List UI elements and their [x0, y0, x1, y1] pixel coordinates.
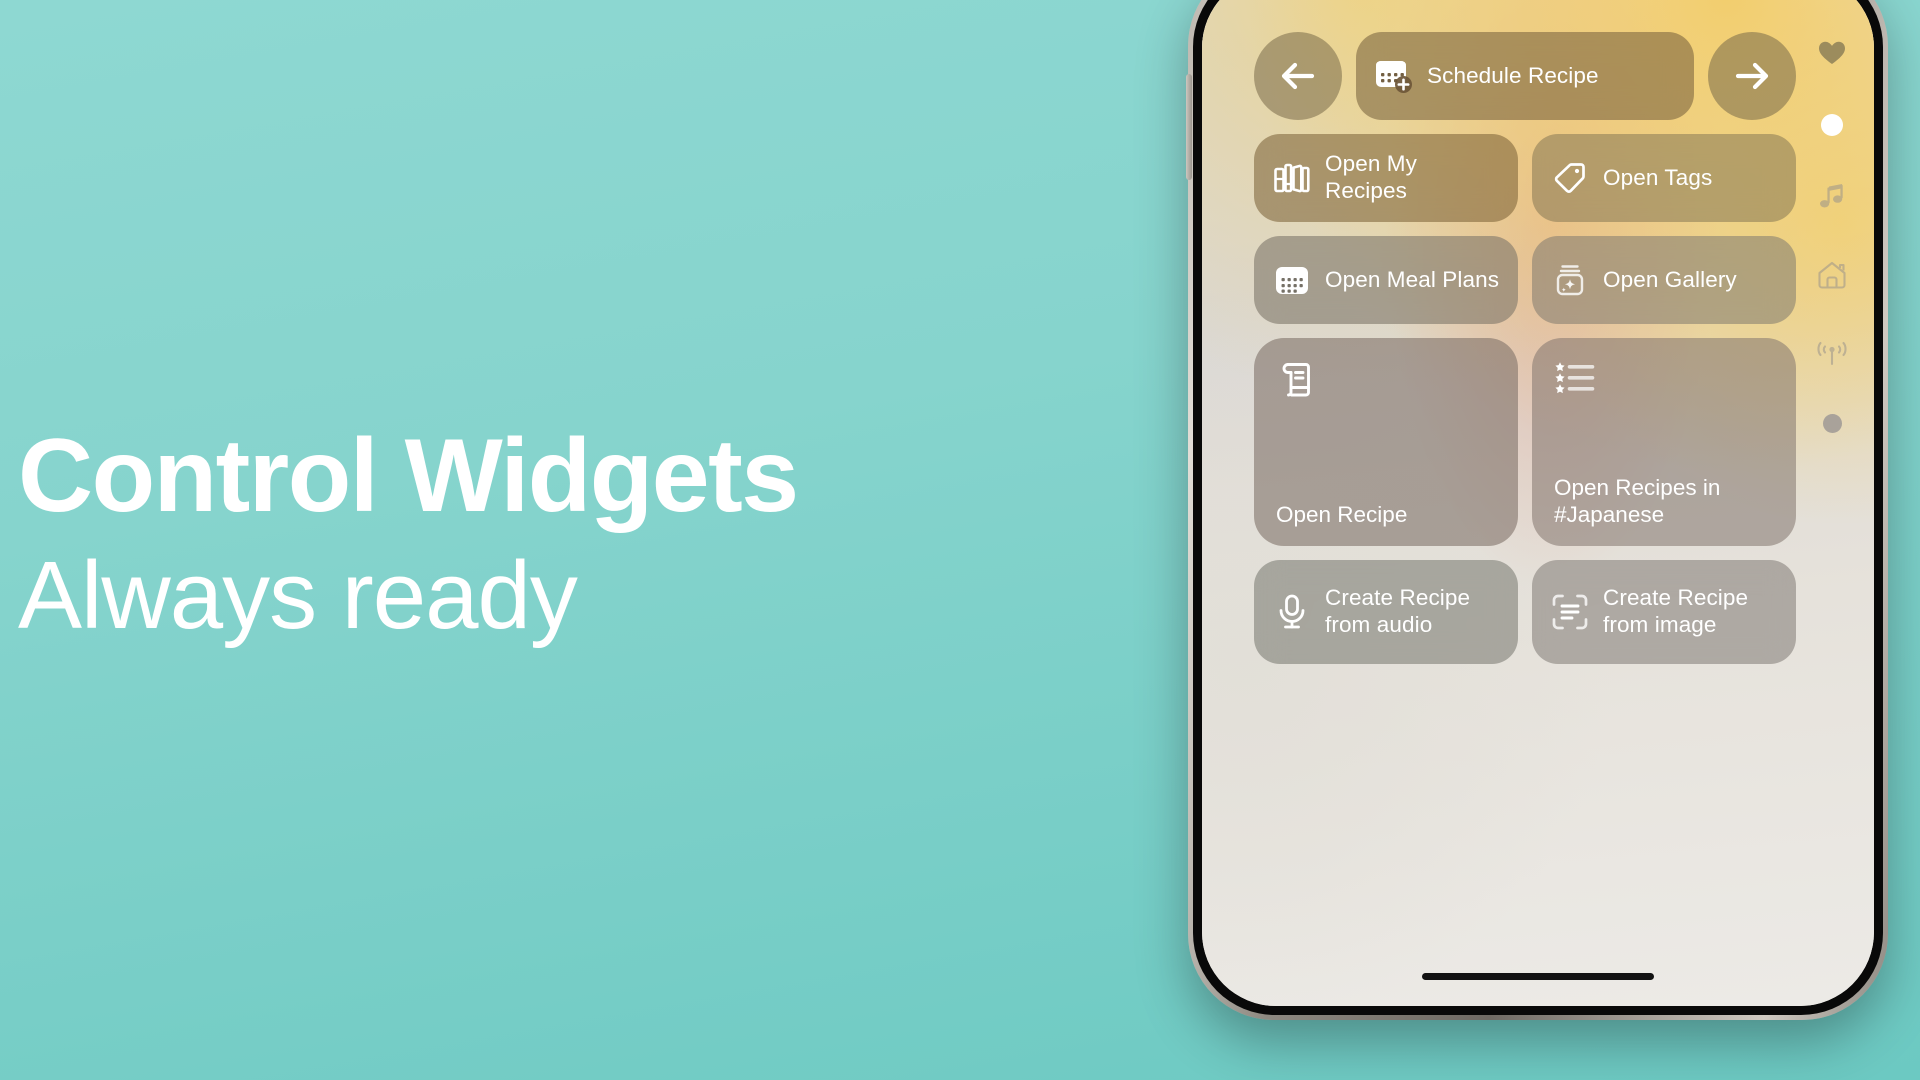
- control-center-grid: Schedule Recipe Open My Recipes Open Tag…: [1254, 32, 1796, 678]
- tag-icon: [1550, 158, 1590, 198]
- page-title: Control Widgets: [18, 418, 799, 534]
- phone-device: Schedule Recipe Open My Recipes Open Tag…: [1186, 0, 1888, 1020]
- open-my-recipes-button[interactable]: Open My Recipes: [1254, 134, 1518, 222]
- text-scan-icon: [1550, 592, 1590, 632]
- home-button[interactable]: [1815, 258, 1849, 292]
- create-recipe-from-audio-button[interactable]: Create Recipe from audio: [1254, 560, 1518, 664]
- open-gallery-button[interactable]: Open Gallery: [1532, 236, 1796, 324]
- control-row-planning: Open Meal Plans Open Gallery: [1254, 236, 1796, 324]
- favorites-button[interactable]: [1815, 36, 1849, 70]
- marketing-copy: Control Widgets Always ready: [18, 424, 978, 650]
- scroll-icon: [1276, 358, 1320, 402]
- calendar-badge-plus-icon: [1374, 56, 1414, 96]
- arrow-right-icon: [1728, 52, 1776, 100]
- page-indicator[interactable]: [1822, 414, 1842, 433]
- now-playing-button[interactable]: [1815, 180, 1849, 214]
- home-icon: [1816, 259, 1848, 291]
- schedule-recipe-label: Schedule Recipe: [1427, 62, 1599, 88]
- calendar-icon: [1272, 260, 1312, 300]
- heart-icon: [1817, 38, 1847, 68]
- control-row-create: Create Recipe from audio Create Recipe f…: [1254, 560, 1796, 664]
- control-row-navigation: Schedule Recipe: [1254, 32, 1796, 120]
- phone-screen: Schedule Recipe Open My Recipes Open Tag…: [1202, 0, 1874, 1006]
- microphone-icon: [1272, 592, 1312, 632]
- phone-side-button[interactable]: [1186, 74, 1192, 180]
- open-recipe-tile[interactable]: Open Recipe: [1254, 338, 1518, 546]
- open-meal-plans-label: Open Meal Plans: [1325, 266, 1500, 292]
- open-recipes-japanese-label: Open Recipes in #Japanese: [1554, 475, 1721, 527]
- home-indicator[interactable]: [1422, 973, 1654, 980]
- page-subtitle: Always ready: [18, 542, 578, 649]
- open-recipe-label: Open Recipe: [1276, 502, 1408, 527]
- forward-button[interactable]: [1708, 32, 1796, 120]
- airplay-icon: [1816, 337, 1848, 369]
- music-note-icon: [1817, 182, 1847, 212]
- control-center-rail: [1812, 0, 1852, 1006]
- books-icon: [1272, 158, 1312, 198]
- create-recipe-from-image-label: Create Recipe from image: [1603, 585, 1749, 637]
- control-row-tiles: Open Recipe Open Recipes in #Japanese: [1254, 338, 1796, 546]
- schedule-recipe-button[interactable]: Schedule Recipe: [1356, 32, 1694, 120]
- jar-sparkle-icon: [1550, 260, 1590, 300]
- open-tags-label: Open Tags: [1603, 164, 1713, 190]
- open-my-recipes-label: Open My Recipes: [1325, 151, 1417, 203]
- back-button[interactable]: [1254, 32, 1342, 120]
- create-recipe-from-image-button[interactable]: Create Recipe from image: [1532, 560, 1796, 664]
- open-recipes-japanese-tile[interactable]: Open Recipes in #Japanese: [1532, 338, 1796, 546]
- open-tags-button[interactable]: Open Tags: [1532, 134, 1796, 222]
- open-gallery-label: Open Gallery: [1603, 266, 1737, 292]
- open-meal-plans-button[interactable]: Open Meal Plans: [1254, 236, 1518, 324]
- create-recipe-from-audio-label: Create Recipe from audio: [1325, 585, 1471, 637]
- control-row-library: Open My Recipes Open Tags: [1254, 134, 1796, 222]
- phone-bezel: Schedule Recipe Open My Recipes Open Tag…: [1193, 0, 1883, 1015]
- arrow-left-icon: [1274, 52, 1322, 100]
- page-indicator-active[interactable]: [1821, 114, 1843, 136]
- star-list-icon: [1554, 358, 1598, 402]
- connectivity-button[interactable]: [1815, 336, 1849, 370]
